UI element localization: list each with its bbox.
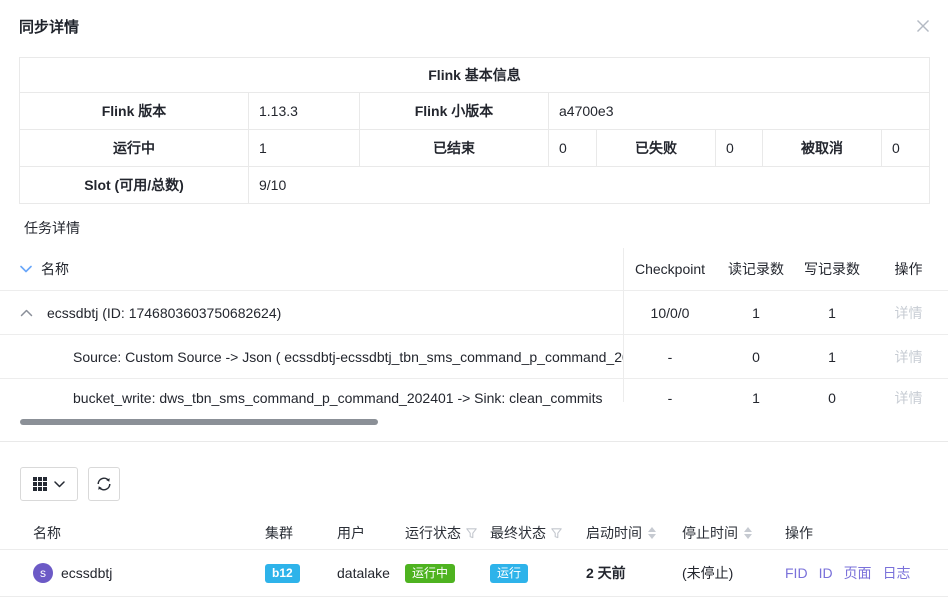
refresh-icon — [96, 476, 112, 492]
avatar: s — [33, 563, 53, 583]
task-checkpoint: - — [623, 390, 717, 406]
task-name: Source: Custom Source -> Json ( ecssdbtj… — [73, 349, 623, 365]
column-header-write-records: 写记录数 — [795, 259, 869, 279]
job-stop-time: (未停止) — [682, 563, 785, 583]
job-name: ecssdbtj — [61, 565, 112, 581]
task-row: Source: Custom Source -> Json ( ecssdbtj… — [0, 335, 948, 379]
id-link[interactable]: ID — [819, 565, 833, 581]
jobs-column-name: 名称 — [20, 523, 265, 543]
task-detail-link[interactable]: 详情 — [895, 390, 923, 406]
final-status-badge: 运行 — [490, 564, 528, 583]
task-write-count: 1 — [795, 305, 869, 321]
task-read-count: 0 — [717, 349, 795, 365]
task-details-table: 名称 Checkpoint 读记录数 写记录数 操作 ecssdbtj (ID:… — [0, 248, 948, 427]
slot-value: 9/10 — [249, 167, 930, 204]
table-toolbar — [20, 467, 948, 501]
task-row: ecssdbtj (ID: 1746803603750682624) 10/0/… — [0, 291, 948, 335]
fid-link[interactable]: FID — [785, 565, 808, 581]
task-details-section-title: 任务详情 — [24, 218, 948, 238]
sorter-icon[interactable] — [648, 527, 656, 539]
running-value: 1 — [249, 130, 360, 167]
jobs-column-final-status: 最终状态 — [490, 523, 546, 543]
jobs-table: 名称 集群 用户 运行状态 最终状态 启动时间 — [0, 517, 948, 597]
cancelled-label: 被取消 — [763, 130, 882, 167]
flink-minor-version-value: a4700e3 — [549, 93, 930, 130]
task-table-header-row: 名称 Checkpoint 读记录数 写记录数 操作 — [0, 248, 948, 291]
task-checkpoint: 10/0/0 — [623, 305, 717, 321]
running-label: 运行中 — [20, 130, 249, 167]
task-detail-link[interactable]: 详情 — [895, 305, 923, 321]
jobs-column-stop-time: 停止时间 — [682, 523, 738, 543]
task-row: bucket_write: dws_tbn_sms_command_p_comm… — [0, 379, 948, 417]
task-read-count: 1 — [717, 390, 795, 406]
horizontal-scrollbar-track — [20, 417, 948, 427]
task-write-count: 1 — [795, 349, 869, 365]
cluster-badge: b12 — [265, 564, 300, 583]
cancelled-value: 0 — [882, 130, 930, 167]
task-name: bucket_write: dws_tbn_sms_command_p_comm… — [73, 390, 603, 406]
log-link[interactable]: 日志 — [883, 563, 911, 583]
column-header-read-records: 读记录数 — [717, 259, 795, 279]
finished-label: 已结束 — [360, 130, 549, 167]
section-divider — [0, 441, 948, 442]
column-settings-button[interactable] — [20, 467, 78, 501]
jobs-column-cluster: 集群 — [265, 523, 337, 543]
flink-minor-version-label: Flink 小版本 — [360, 93, 549, 130]
flink-info-title: Flink 基本信息 — [20, 58, 930, 93]
job-start-time: 2 天前 — [586, 563, 682, 583]
jobs-column-run-status: 运行状态 — [405, 523, 461, 543]
task-checkpoint: - — [623, 349, 717, 365]
page-link[interactable]: 页面 — [844, 563, 872, 583]
job-row: s ecssdbtj b12 datalake 运行中 运行 2 天前 (未停止… — [0, 550, 948, 597]
page-title: 同步详情 — [19, 16, 79, 37]
refresh-button[interactable] — [88, 467, 120, 501]
jobs-column-action: 操作 — [785, 523, 948, 543]
column-header-action: 操作 — [869, 259, 948, 279]
flink-info-table: Flink 基本信息 Flink 版本 1.13.3 Flink 小版本 a47… — [19, 57, 930, 204]
finished-value: 0 — [549, 130, 597, 167]
modal-header: 同步详情 — [0, 0, 948, 52]
flink-version-label: Flink 版本 — [20, 93, 249, 130]
filter-icon[interactable] — [466, 528, 477, 539]
task-detail-link[interactable]: 详情 — [895, 349, 923, 365]
jobs-table-header-row: 名称 集群 用户 运行状态 最终状态 启动时间 — [0, 517, 948, 550]
fixed-column-divider — [623, 248, 624, 402]
filter-icon[interactable] — [551, 528, 562, 539]
run-status-badge: 运行中 — [405, 564, 455, 583]
task-name: ecssdbtj (ID: 1746803603750682624) — [47, 305, 281, 321]
grid-icon — [33, 477, 47, 491]
task-read-count: 1 — [717, 305, 795, 321]
column-header-name: 名称 — [41, 259, 69, 279]
chevron-down-icon — [54, 481, 65, 488]
horizontal-scrollbar-thumb[interactable] — [20, 419, 378, 425]
sync-details-modal: 同步详情 Flink 基本信息 Flink 版本 1.13.3 Flink 小版… — [0, 0, 948, 597]
jobs-column-start-time: 启动时间 — [586, 523, 642, 543]
slot-label: Slot (可用/总数) — [20, 167, 249, 204]
failed-label: 已失败 — [597, 130, 716, 167]
sorter-icon[interactable] — [744, 527, 752, 539]
job-user: datalake — [337, 565, 405, 581]
flink-version-value: 1.13.3 — [249, 93, 360, 130]
close-icon[interactable] — [916, 19, 930, 33]
expand-all-icon[interactable] — [20, 265, 32, 273]
jobs-column-user: 用户 — [337, 523, 405, 543]
task-write-count: 0 — [795, 390, 869, 406]
failed-value: 0 — [716, 130, 763, 167]
collapse-row-icon[interactable] — [20, 309, 33, 317]
column-header-checkpoint: Checkpoint — [623, 261, 717, 277]
